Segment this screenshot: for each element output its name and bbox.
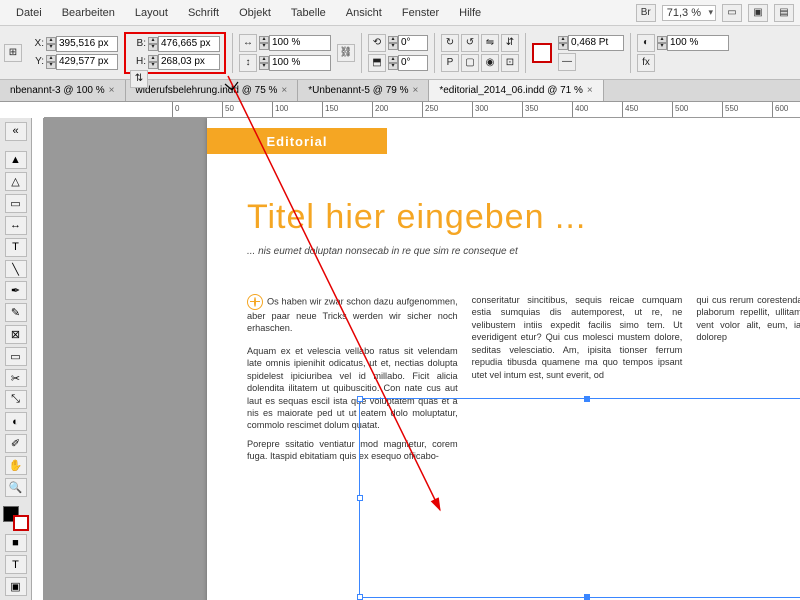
scissors-tool[interactable]: ✂ [5, 369, 27, 388]
effects-icon[interactable]: fx [637, 54, 655, 72]
scale-x-input[interactable] [269, 35, 331, 51]
gap-tool[interactable]: ↔ [5, 216, 27, 235]
shear-icon: ⬒ [368, 54, 386, 72]
stroke-style-icon[interactable]: — [558, 53, 576, 71]
menu-schrift[interactable]: Schrift [178, 3, 229, 23]
doc-tab-4[interactable]: *editorial_2014_06.indd @ 71 %× [429, 80, 603, 101]
fill-stroke-swatch[interactable] [532, 43, 552, 63]
document-tabs: nbenannt-3 @ 100 %× widerufsbelehrung.in… [0, 80, 800, 102]
flip-v-icon[interactable]: ⇵ [501, 34, 519, 52]
width-input[interactable] [158, 36, 220, 52]
editorial-tab: Editorial [207, 128, 387, 154]
dimensions-highlight: B: ▴▾ H: ▴▾ ⇅ [124, 32, 226, 74]
opacity-icon: ◐ [637, 34, 655, 52]
vertical-ruler[interactable] [32, 118, 44, 600]
menu-datei[interactable]: Datei [6, 3, 52, 23]
scale-x-icon: ↔ [239, 34, 257, 52]
view-mode-tool[interactable]: ▣ [5, 577, 27, 596]
zoom-level-dropdown[interactable]: 71,3 % [662, 5, 716, 21]
rotation-input[interactable] [398, 35, 428, 51]
collapse-panel-icon[interactable]: « [5, 122, 27, 141]
menu-tabelle[interactable]: Tabelle [281, 3, 336, 23]
close-icon[interactable]: × [587, 85, 593, 96]
tool-panel: « ▲ △ ▭ ↔ T ╲ ✒ ✎ ⊠ ▭ ✂ ⤡ ◐ ✐ ✋ 🔍 ■ T ▣ [0, 118, 32, 600]
apply-color-icon[interactable]: ■ [5, 534, 27, 553]
arrange-icon[interactable]: ▤ [774, 4, 794, 22]
page-title: Titel hier eingeben ... [247, 198, 586, 237]
canvas[interactable]: Editorial Titel hier eingeben ... ... ni… [32, 118, 800, 600]
close-icon[interactable]: × [412, 85, 418, 96]
text-mode-icon[interactable]: T [5, 555, 27, 574]
p-icon[interactable]: P [441, 54, 459, 72]
width-label: B: [130, 38, 146, 49]
rectangle-frame-tool[interactable]: ⊠ [5, 325, 27, 344]
fit-content-icon[interactable]: ⊡ [501, 54, 519, 72]
menu-hilfe[interactable]: Hilfe [449, 3, 491, 23]
rotate-ccw-icon[interactable]: ↺ [461, 34, 479, 52]
link-scale-icon[interactable]: ⛓ [337, 44, 355, 62]
screen-mode-icon[interactable]: ▣ [748, 4, 768, 22]
pen-tool[interactable]: ✒ [5, 281, 27, 300]
x-label: X: [28, 38, 44, 49]
horizontal-ruler[interactable]: 0 50 100 150 200 250 300 350 400 450 500… [44, 102, 800, 118]
control-bar: ⊞ X: ▴▾ Y: ▴▾ B: ▴▾ H: ▴▾ ⇅ ↔ ▴▾ [0, 26, 800, 80]
shear-input[interactable] [398, 55, 428, 71]
zoom-tool[interactable]: 🔍 [5, 478, 27, 497]
pencil-tool[interactable]: ✎ [5, 303, 27, 322]
x-input[interactable] [56, 36, 118, 52]
select-content-icon[interactable]: ◉ [481, 54, 499, 72]
globe-icon [247, 294, 263, 310]
reference-point-icon[interactable]: ⊞ [4, 44, 22, 62]
hand-tool[interactable]: ✋ [5, 456, 27, 475]
opacity-input[interactable] [667, 35, 729, 51]
transform-icons: ↻ ↺ ⇋ ⇵ P ▢ ◉ ⊡ [441, 34, 519, 72]
direct-selection-tool[interactable]: △ [5, 172, 27, 191]
selected-frame[interactable] [359, 398, 800, 598]
gradient-tool[interactable]: ◐ [5, 412, 27, 431]
rotate-cw-icon[interactable]: ↻ [441, 34, 459, 52]
y-label: Y: [28, 56, 44, 67]
eyedropper-tool[interactable]: ✐ [5, 434, 27, 453]
stroke-weight-input[interactable] [568, 35, 624, 51]
y-input[interactable] [56, 54, 118, 70]
doc-tab-3[interactable]: *Unbenannt-5 @ 79 %× [298, 80, 429, 101]
page-tool[interactable]: ▭ [5, 194, 27, 213]
menu-fenster[interactable]: Fenster [392, 3, 449, 23]
scale-y-input[interactable] [269, 55, 331, 71]
doc-tab-2[interactable]: widerufsbelehrung.indd @ 75 %× [126, 80, 299, 101]
fill-stroke-tool[interactable] [3, 506, 29, 530]
select-container-icon[interactable]: ▢ [461, 54, 479, 72]
menu-objekt[interactable]: Objekt [229, 3, 281, 23]
close-icon[interactable]: × [281, 85, 287, 96]
menu-bar: Datei Bearbeiten Layout Schrift Objekt T… [0, 0, 800, 26]
menu-layout[interactable]: Layout [125, 3, 178, 23]
doc-tab-1[interactable]: nbenannt-3 @ 100 %× [0, 80, 126, 101]
rectangle-tool[interactable]: ▭ [5, 347, 27, 366]
close-icon[interactable]: × [109, 85, 115, 96]
rotate-icon: ⟲ [368, 34, 386, 52]
height-input[interactable] [158, 54, 220, 70]
type-tool[interactable]: T [5, 238, 27, 257]
line-tool[interactable]: ╲ [5, 260, 27, 279]
bridge-button[interactable]: Br [636, 4, 656, 22]
constrain-proportions-icon[interactable]: ⇅ [130, 70, 148, 88]
menu-ansicht[interactable]: Ansicht [336, 3, 392, 23]
page-subtitle: ... nis eumet doluptan nonsecab in re qu… [247, 246, 518, 257]
menu-bearbeiten[interactable]: Bearbeiten [52, 3, 125, 23]
height-label: H: [130, 56, 146, 67]
scale-y-icon: ↕ [239, 54, 257, 72]
flip-h-icon[interactable]: ⇋ [481, 34, 499, 52]
free-transform-tool[interactable]: ⤡ [5, 390, 27, 409]
selection-tool[interactable]: ▲ [5, 151, 27, 170]
view-mode-icon[interactable]: ▭ [722, 4, 742, 22]
